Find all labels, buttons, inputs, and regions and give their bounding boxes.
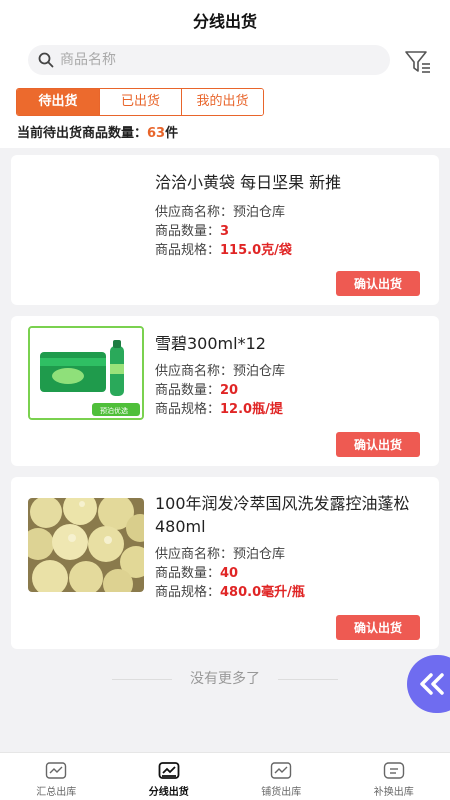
confirm-shipment-button[interactable]: 确认出货 bbox=[336, 432, 420, 457]
search-box[interactable] bbox=[28, 45, 390, 75]
spec-value: 115.0克/袋 bbox=[220, 243, 292, 258]
product-card: 100年润发冷萃国风洗发露控油蓬松480ml 供应商名称：预泊仓库 商品数量：4… bbox=[11, 477, 439, 649]
sprite-pack-image bbox=[30, 328, 142, 418]
nav-label: 铺货出库 bbox=[261, 787, 302, 798]
nav-summary-outbound[interactable]: 汇总出库 bbox=[0, 753, 113, 800]
product-name: 雪碧300ml*12 bbox=[155, 334, 266, 353]
product-name: 洽洽小黄袋 每日坚果 新推 bbox=[155, 173, 342, 192]
nav-distribution-outbound[interactable]: 铺货出库 bbox=[225, 753, 338, 800]
nav-label: 汇总出库 bbox=[36, 787, 77, 798]
summary-outbound-icon bbox=[46, 762, 67, 779]
top-bar: 分线出货 bbox=[0, 0, 450, 40]
quantity-label: 商品数量： bbox=[155, 383, 221, 398]
page-title: 分线出货 bbox=[192, 12, 257, 31]
quantity-row: 商品数量：40 bbox=[155, 562, 238, 581]
search-row bbox=[0, 40, 450, 86]
product-image[interactable]: 预泊优选 bbox=[28, 326, 144, 420]
product-image[interactable] bbox=[28, 498, 144, 592]
bottom-nav: 汇总出库 分线出货 铺货出库 补换出库 bbox=[0, 752, 450, 800]
nav-line-shipping[interactable]: 分线出货 bbox=[113, 753, 226, 800]
supplier-label: 供应商名称： bbox=[155, 364, 234, 379]
spec-label: 商品规格： bbox=[155, 243, 221, 258]
supplier-row: 供应商名称：预泊仓库 bbox=[155, 360, 285, 379]
product-name: 100年润发冷萃国风洗发露控油蓬松480ml bbox=[155, 494, 410, 536]
exchange-outbound-icon bbox=[383, 762, 404, 779]
distribution-outbound-icon bbox=[271, 762, 292, 779]
confirm-shipment-button[interactable]: 确认出货 bbox=[336, 615, 420, 640]
quantity-label: 商品数量： bbox=[155, 224, 221, 239]
tab-shipped[interactable]: 已出货 bbox=[99, 89, 181, 115]
collapse-float-button[interactable] bbox=[407, 655, 450, 713]
divider-left bbox=[112, 679, 172, 680]
supplier-value: 预泊仓库 bbox=[233, 364, 286, 379]
no-more-text: 没有更多了 bbox=[190, 671, 260, 687]
tabs-row: 待出货 已出货 我的出货 当前待出货商品数量：63件 bbox=[0, 86, 450, 148]
nav-label: 补换出库 bbox=[373, 787, 414, 798]
confirm-shipment-button[interactable]: 确认出货 bbox=[336, 271, 420, 296]
pear-image bbox=[28, 498, 144, 592]
double-chevron-left-icon bbox=[420, 673, 444, 695]
product-card: 预泊优选 雪碧300ml*12 供应商名称：预泊仓库 商品数量：20 商品规格：… bbox=[11, 316, 439, 466]
spec-label: 商品规格： bbox=[155, 585, 221, 600]
list-end-indicator: 没有更多了 bbox=[0, 668, 450, 692]
supplier-value: 预泊仓库 bbox=[233, 547, 286, 562]
spec-label: 商品规格： bbox=[155, 402, 221, 417]
spec-value: 480.0毫升/瓶 bbox=[220, 585, 305, 600]
quantity-label: 商品数量： bbox=[155, 566, 221, 581]
quantity-row: 商品数量：20 bbox=[155, 379, 238, 398]
filter-icon[interactable] bbox=[404, 49, 432, 75]
supplier-label: 供应商名称： bbox=[155, 547, 234, 562]
spec-row: 商品规格：12.0瓶/提 bbox=[155, 398, 283, 417]
divider-right bbox=[278, 679, 338, 680]
spec-row: 商品规格：480.0毫升/瓶 bbox=[155, 581, 305, 600]
quantity-value: 40 bbox=[220, 566, 239, 581]
quantity-value: 3 bbox=[220, 224, 230, 239]
nav-label: 分线出货 bbox=[148, 787, 189, 798]
pending-count-label: 当前待出货商品数量： bbox=[17, 126, 148, 141]
tab-my-shipments[interactable]: 我的出货 bbox=[181, 89, 263, 115]
spec-value: 12.0瓶/提 bbox=[220, 402, 283, 417]
pending-count-unit: 件 bbox=[165, 126, 179, 141]
supplier-row: 供应商名称：预泊仓库 bbox=[155, 201, 285, 220]
quantity-row: 商品数量：3 bbox=[155, 220, 229, 239]
image-badge-label: 预泊优选 bbox=[100, 407, 128, 415]
product-card: 洽洽小黄袋 每日坚果 新推 供应商名称：预泊仓库 商品数量：3 商品规格：115… bbox=[11, 155, 439, 305]
supplier-row: 供应商名称：预泊仓库 bbox=[155, 543, 285, 562]
search-input[interactable] bbox=[60, 52, 360, 68]
tab-pending[interactable]: 待出货 bbox=[17, 89, 99, 115]
nav-exchange-outbound[interactable]: 补换出库 bbox=[338, 753, 450, 800]
spec-row: 商品规格：115.0克/袋 bbox=[155, 239, 292, 258]
quantity-value: 20 bbox=[220, 383, 239, 398]
line-shipping-icon bbox=[158, 762, 180, 779]
supplier-value: 预泊仓库 bbox=[233, 205, 286, 220]
pending-count: 当前待出货商品数量：63件 bbox=[17, 122, 178, 141]
search-icon bbox=[38, 52, 54, 68]
status-tabs: 待出货 已出货 我的出货 bbox=[16, 88, 264, 116]
supplier-label: 供应商名称： bbox=[155, 205, 234, 220]
pending-count-value: 63 bbox=[147, 126, 166, 141]
